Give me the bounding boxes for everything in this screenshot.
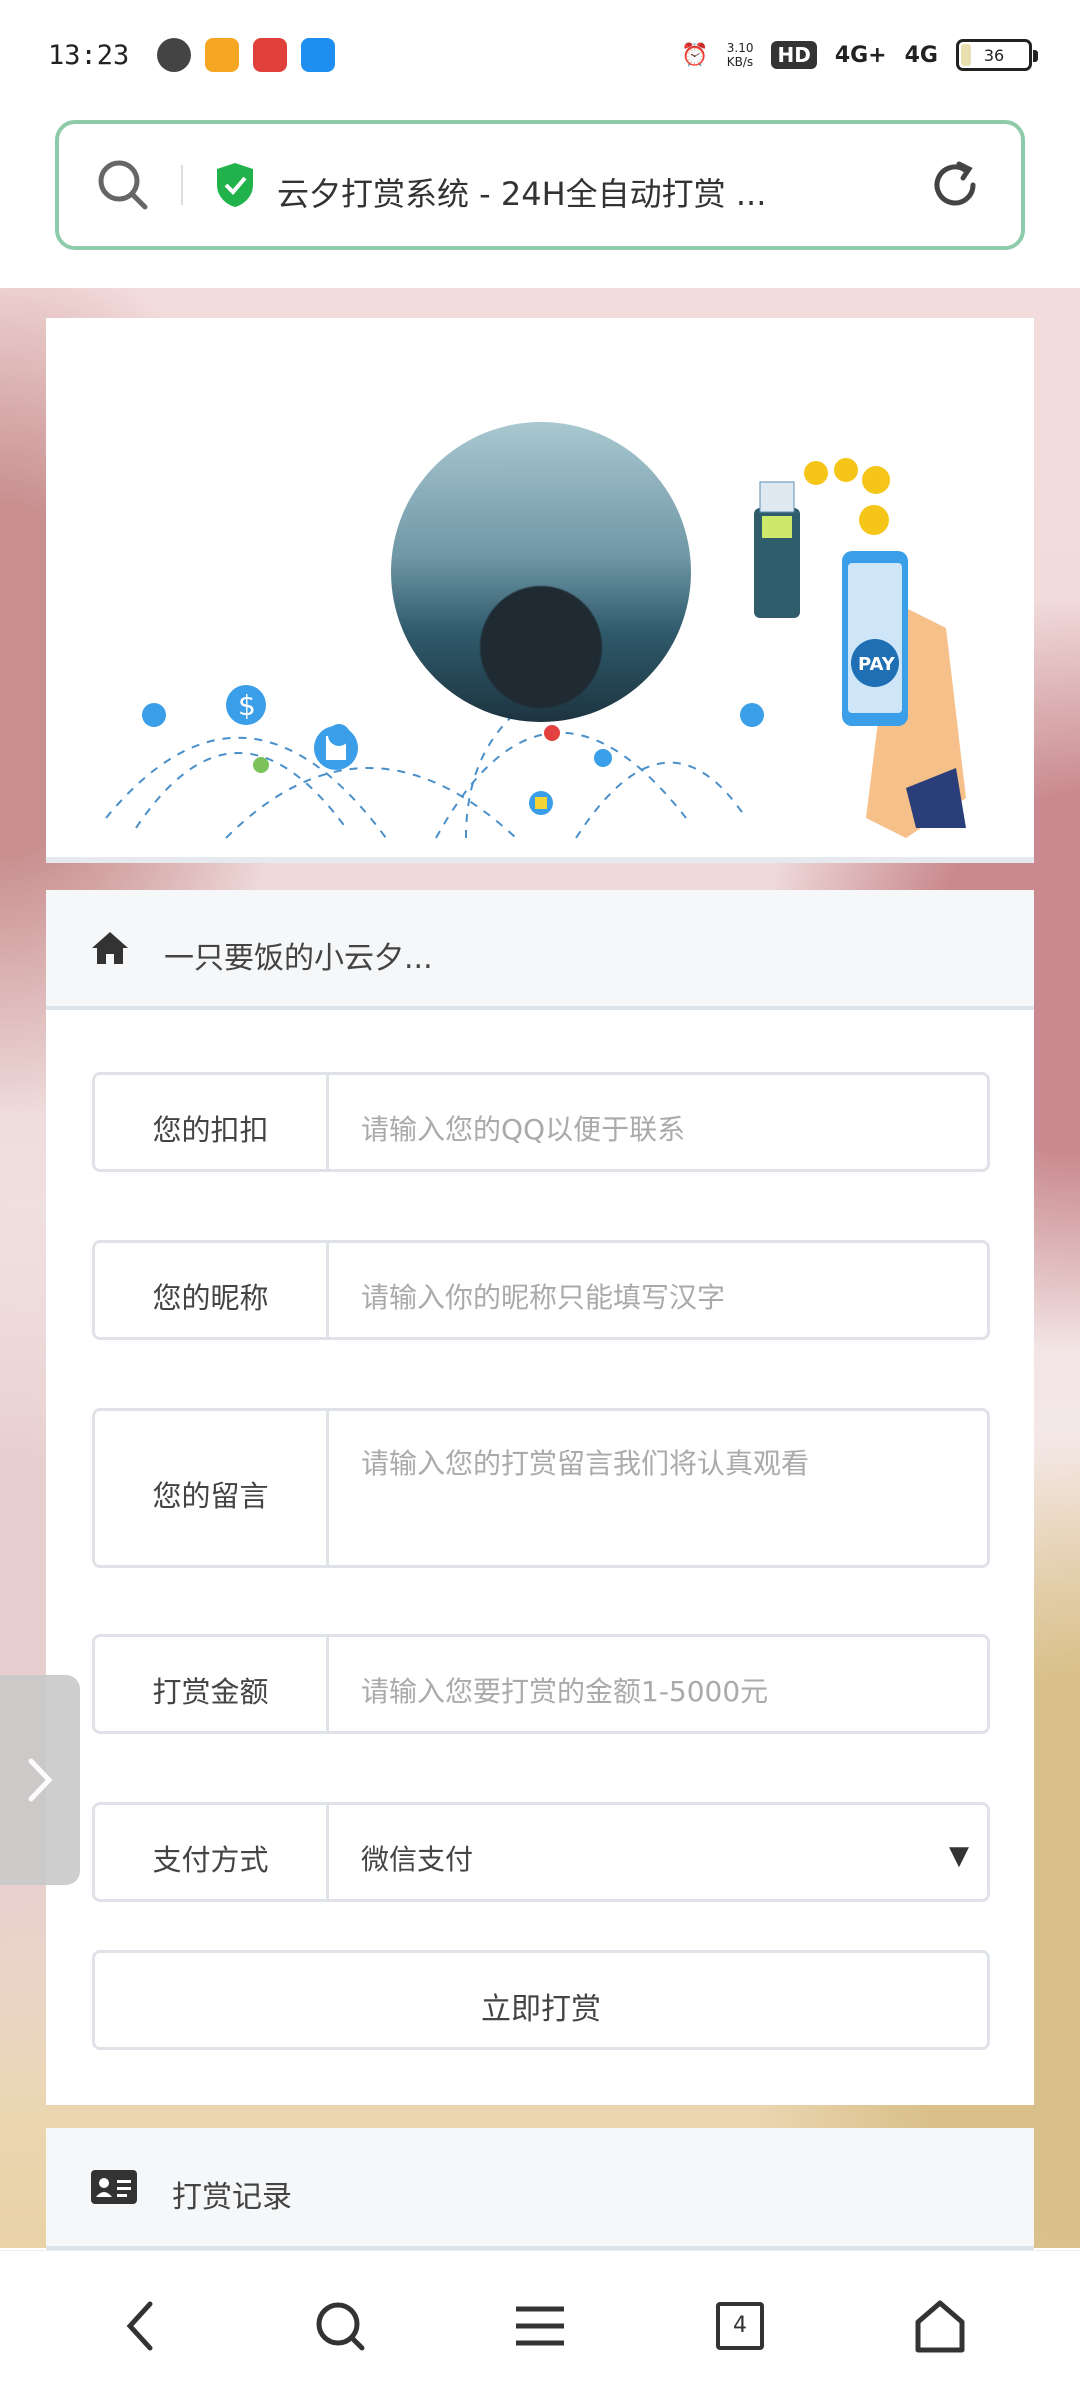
status-time: 13:23: [48, 39, 130, 71]
amount-label: 打赏金额: [95, 1637, 329, 1731]
bottom-nav: 4: [0, 2250, 1080, 2400]
message-label: 您的留言: [95, 1411, 329, 1565]
intro-label: 一只要饭的小云夕...: [164, 941, 433, 976]
search-icon: [316, 2302, 365, 2350]
payment-select[interactable]: 微信支付 ▼: [329, 1805, 987, 1899]
home-icon: [915, 2300, 965, 2352]
intro-card: 一只要饭的小云夕...: [46, 890, 1034, 1010]
battery-level: 36: [983, 45, 1005, 65]
side-drawer-tab[interactable]: [0, 1675, 80, 1885]
address-bar[interactable]: 云夕打赏系统 - 24H全自动打赏 ...: [55, 120, 1025, 250]
avatar: [391, 422, 691, 722]
svg-text:PAY: PAY: [858, 654, 896, 675]
back-button[interactable]: [95, 2281, 185, 2371]
form-card: 您的扣扣 请输入您的QQ以便于联系 您的昵称 请输入你的昵称只能填写汉字 您的留…: [46, 1010, 1034, 2105]
submit-button[interactable]: 立即打赏: [92, 1950, 990, 2050]
flower-app-icon: [253, 38, 288, 72]
refresh-icon[interactable]: [925, 155, 985, 215]
nav-search-button[interactable]: [295, 2281, 385, 2371]
message-textarea[interactable]: 请输入您的打赏留言我们将认真观看: [329, 1411, 987, 1565]
home-button[interactable]: [895, 2281, 985, 2371]
qq-label: 您的扣扣: [95, 1075, 329, 1169]
chevron-right-icon: [28, 1758, 53, 1802]
qq-row: 您的扣扣 请输入您的QQ以便于联系: [92, 1072, 990, 1172]
records-header: 打赏记录: [46, 2128, 1034, 2250]
banner: $ PAY: [46, 318, 1034, 863]
amount-input[interactable]: 请输入您要打赏的金额1-5000元: [329, 1637, 987, 1731]
battery-icon: 36: [956, 39, 1038, 71]
signal-sim2: 4G: [904, 42, 938, 68]
records-label: 打赏记录: [172, 2180, 292, 2215]
menu-icon: [516, 2306, 564, 2345]
back-icon: [126, 2301, 153, 2350]
message-row: 您的留言 请输入您的打赏留言我们将认真观看: [92, 1408, 990, 1568]
status-bar: 13:23 ⏰ 3.10 KB/s HD 4G+ 4G 36: [0, 0, 1080, 110]
net-speed: 3.10 KB/s: [726, 41, 754, 69]
payment-label: 支付方式: [95, 1805, 329, 1899]
id-card-icon: [91, 2170, 137, 2204]
send-app-icon: [301, 38, 336, 72]
alarm-icon: ⏰: [681, 42, 709, 68]
records-card: 打赏记录: [46, 2128, 1034, 2250]
menu-button[interactable]: [495, 2281, 585, 2371]
search-icon[interactable]: [95, 157, 151, 213]
page-title[interactable]: 云夕打赏系统 - 24H全自动打赏 ...: [277, 155, 905, 215]
qq-input[interactable]: 请输入您的QQ以便于联系: [329, 1075, 987, 1169]
nickname-label: 您的昵称: [95, 1243, 329, 1337]
58-app-icon: [205, 38, 240, 72]
hd-badge: HD: [771, 41, 817, 69]
secure-shield-icon: [217, 163, 253, 207]
amount-row: 打赏金额 请输入您要打赏的金额1-5000元: [92, 1634, 990, 1734]
intro-header: 一只要饭的小云夕...: [46, 890, 1034, 1010]
tabs-button[interactable]: 4: [695, 2281, 785, 2371]
home-icon: [92, 932, 128, 964]
tab-count: 4: [716, 2301, 764, 2350]
nickname-input[interactable]: 请输入你的昵称只能填写汉字: [329, 1243, 987, 1337]
payment-select-value: 微信支付: [361, 1843, 474, 1876]
payment-row: 支付方式 微信支付 ▼: [92, 1802, 990, 1902]
address-divider: [181, 165, 183, 205]
speed-app-icon: [157, 38, 192, 72]
dropdown-caret-icon: ▼: [949, 1841, 969, 1871]
svg-text:$: $: [238, 689, 256, 722]
nickname-row: 您的昵称 请输入你的昵称只能填写汉字: [92, 1240, 990, 1340]
signal-sim1: 4G+: [834, 42, 887, 68]
